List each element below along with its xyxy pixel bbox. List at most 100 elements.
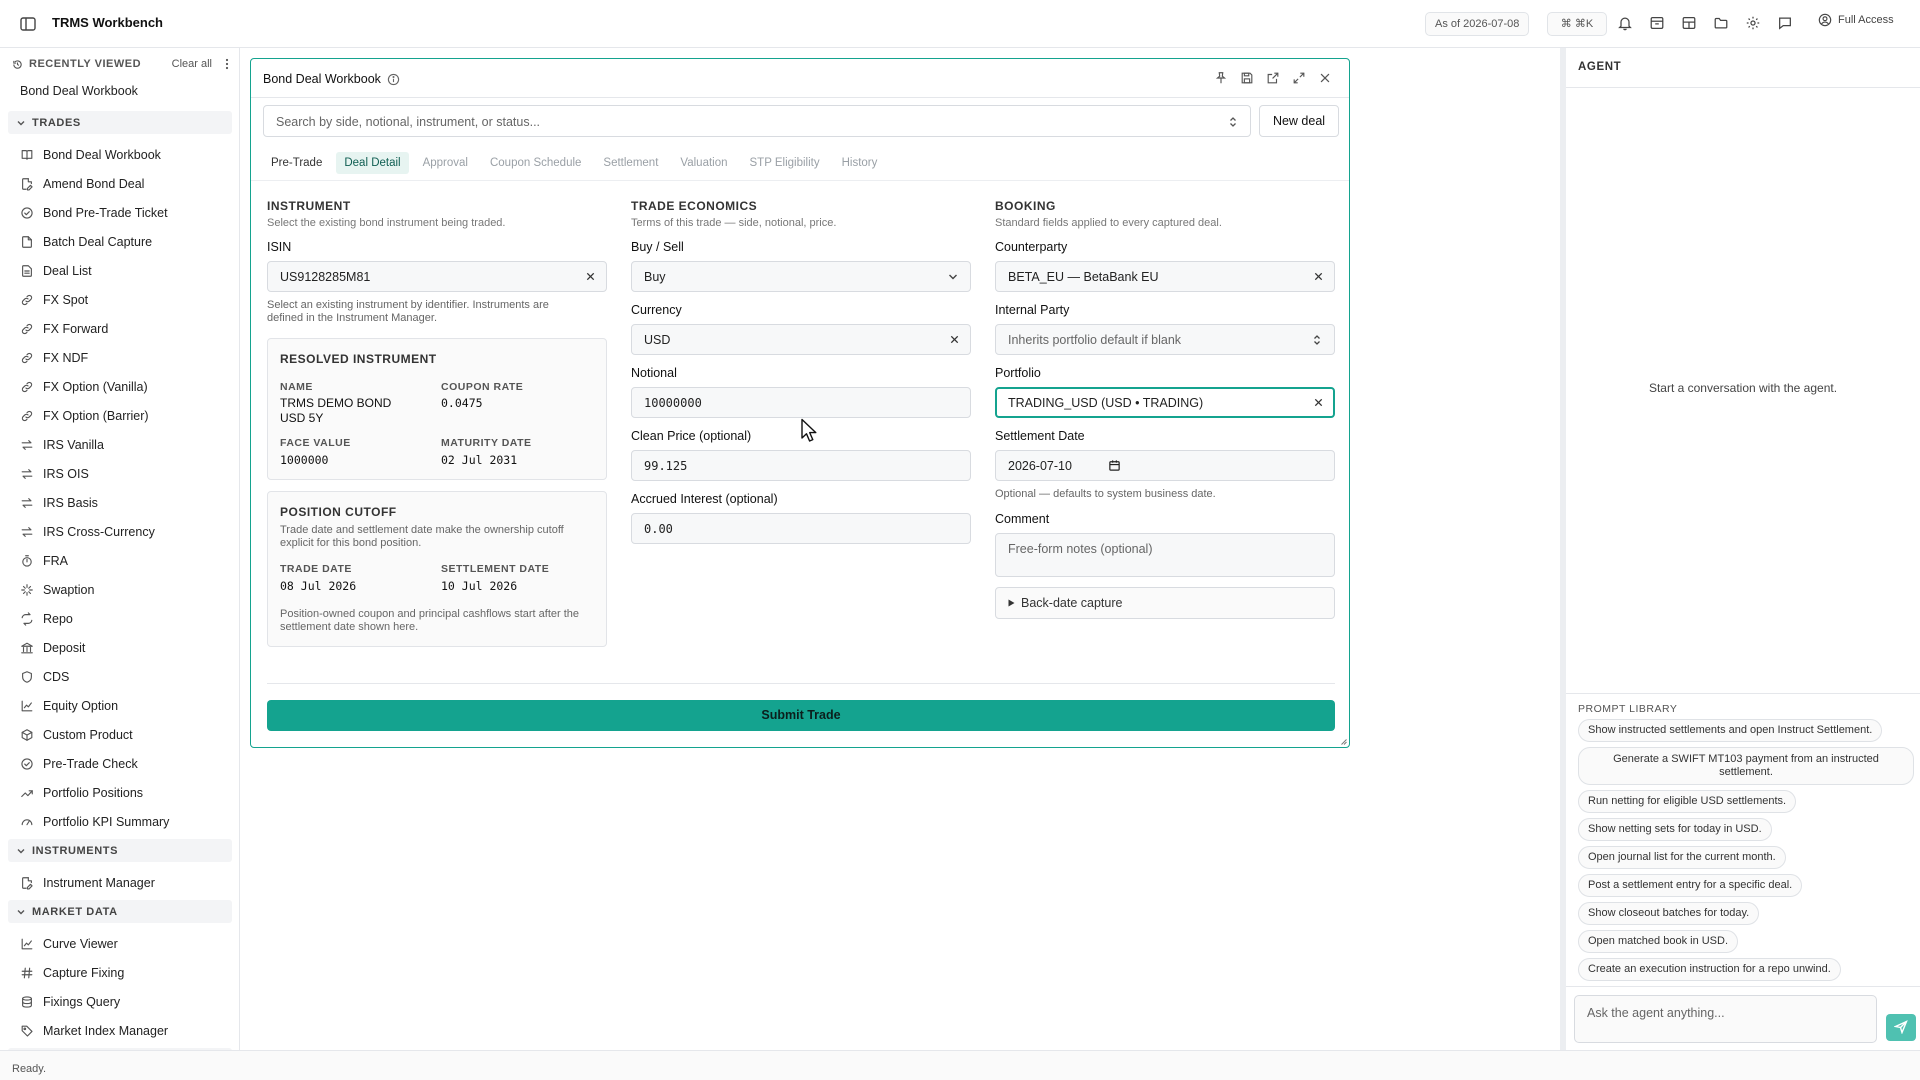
sidebar-item-irs-ois[interactable]: IRS OIS: [8, 459, 232, 488]
sidebar-item-swaption[interactable]: Swaption: [8, 575, 232, 604]
currency-field[interactable]: USD: [631, 324, 971, 355]
sidebar-item-equity-option[interactable]: Equity Option: [8, 691, 232, 720]
sidebar-item-fx-ndf[interactable]: FX NDF: [8, 343, 232, 372]
nav-section-market-data[interactable]: MARKET DATA: [8, 900, 232, 923]
gear-icon[interactable]: [1745, 15, 1763, 33]
sidebar-item-label: Bond Pre-Trade Ticket: [43, 205, 168, 220]
submit-trade-button[interactable]: Submit Trade: [267, 700, 1335, 731]
nav-section-instruments[interactable]: INSTRUMENTS: [8, 839, 232, 862]
sidebar-item-fx-option-barrier[interactable]: FX Option (Barrier): [8, 401, 232, 430]
tab-valuation[interactable]: Valuation: [672, 152, 735, 174]
prompt-chip[interactable]: Show netting sets for today in USD.: [1578, 818, 1772, 841]
maximize-icon[interactable]: [1292, 71, 1307, 86]
sidebar-item-deal-list[interactable]: Deal List: [8, 256, 232, 285]
prompt-chip[interactable]: Run netting for eligible USD settlements…: [1578, 790, 1797, 813]
prompt-chip[interactable]: Show closeout batches for today.: [1578, 902, 1760, 925]
clear-icon[interactable]: [585, 271, 596, 282]
sidebar-item-deposit[interactable]: Deposit: [8, 633, 232, 662]
recently-viewed-title: RECENTLY VIEWED: [29, 58, 142, 70]
clear-icon[interactable]: [949, 334, 960, 345]
sidebar-item-batch-deal-capture[interactable]: Batch Deal Capture: [8, 227, 232, 256]
back-date-capture-toggle[interactable]: Back-date capture: [995, 587, 1335, 619]
tab-approval[interactable]: Approval: [415, 152, 476, 174]
prompt-chip[interactable]: Open matched book in USD.: [1578, 930, 1739, 953]
sidebar-item-custom-product[interactable]: Custom Product: [8, 720, 232, 749]
deal-search-input[interactable]: Search by side, notional, instrument, or…: [263, 105, 1251, 137]
sidebar-item-amend-bond-deal[interactable]: Amend Bond Deal: [8, 169, 232, 198]
sidebar-item-fx-spot[interactable]: FX Spot: [8, 285, 232, 314]
sidebar-item-market-index-manager[interactable]: Market Index Manager: [8, 1016, 232, 1045]
tab-settlement[interactable]: Settlement: [595, 152, 666, 174]
chat-icon[interactable]: [1777, 15, 1795, 33]
comment-textarea[interactable]: Free-form notes (optional): [995, 533, 1335, 577]
notional-input[interactable]: 10000000: [631, 387, 971, 418]
sidebar-item-fixings-query[interactable]: Fixings Query: [8, 987, 232, 1016]
calendar-icon[interactable]: [1108, 459, 1121, 472]
sidebar-item-portfolio-positions[interactable]: Portfolio Positions: [8, 778, 232, 807]
sparkle-icon: [20, 583, 34, 597]
sidebar-item-instrument-manager[interactable]: Instrument Manager: [8, 868, 232, 897]
sidebar-item-irs-vanilla[interactable]: IRS Vanilla: [8, 430, 232, 459]
currency-label: Currency: [631, 303, 682, 317]
folder-icon[interactable]: [1713, 15, 1731, 33]
sidebar-item-bond-pre-trade-ticket[interactable]: Bond Pre-Trade Ticket: [8, 198, 232, 227]
send-button[interactable]: [1886, 1014, 1916, 1041]
prompt-chip[interactable]: Show instructed settlements and open Ins…: [1578, 719, 1883, 742]
clear-icon[interactable]: [1313, 397, 1324, 408]
prompt-chip[interactable]: Create an execution instruction for a re…: [1578, 958, 1841, 981]
internal-party-select[interactable]: Inherits portfolio default if blank: [995, 324, 1335, 355]
full-access-indicator[interactable]: Full Access: [1818, 13, 1894, 27]
sidebar-item-portfolio-kpi-summary[interactable]: Portfolio KPI Summary: [8, 807, 232, 836]
sidebar-item-irs-basis[interactable]: IRS Basis: [8, 488, 232, 517]
sidebar-item-bond-deal-workbook[interactable]: Bond Deal Workbook: [8, 140, 232, 169]
recent-item[interactable]: Bond Deal Workbook: [20, 84, 138, 98]
hash-icon: [20, 966, 34, 980]
tab-coupon-schedule[interactable]: Coupon Schedule: [482, 152, 589, 174]
command-palette-button[interactable]: ⌘ ⌘K: [1547, 12, 1607, 36]
save-icon[interactable]: [1240, 71, 1255, 86]
prompt-chip[interactable]: Generate a SWIFT MT103 payment from an i…: [1578, 747, 1914, 785]
tab-stp-eligibility[interactable]: STP Eligibility: [742, 152, 828, 174]
sidebar-item-cds[interactable]: CDS: [8, 662, 232, 691]
layout-icon[interactable]: [1681, 15, 1699, 33]
resize-handle-icon[interactable]: [1341, 739, 1347, 745]
sidebar-toggle-icon[interactable]: [19, 15, 37, 33]
external-link-icon[interactable]: [1266, 71, 1281, 86]
sidebar-item-irs-cross-currency[interactable]: IRS Cross-Currency: [8, 517, 232, 546]
link-icon: [20, 293, 34, 307]
close-icon[interactable]: [1318, 71, 1333, 86]
more-vertical-icon[interactable]: [222, 57, 232, 71]
sidebar-item-fra[interactable]: FRA: [8, 546, 232, 575]
sidebar-item-pre-trade-check[interactable]: Pre-Trade Check: [8, 749, 232, 778]
settlement-date-value: 2026-07-10: [1008, 459, 1072, 473]
chevron-down-icon: [16, 846, 26, 856]
clean-price-input[interactable]: 99.125: [631, 450, 971, 481]
sidebar-item-fx-forward[interactable]: FX Forward: [8, 314, 232, 343]
as-of-date-badge[interactable]: As of 2026-07-08: [1425, 12, 1530, 36]
pin-icon[interactable]: [1214, 71, 1229, 86]
sidebar-item-capture-fixing[interactable]: Capture Fixing: [8, 958, 232, 987]
sidebar-item-curve-viewer[interactable]: Curve Viewer: [8, 929, 232, 958]
nav-section-trades[interactable]: TRADES: [8, 111, 232, 134]
new-deal-button[interactable]: New deal: [1259, 105, 1339, 137]
counterparty-field[interactable]: BETA_EU — BetaBank EU: [995, 261, 1335, 292]
sidebar-item-fx-option-vanilla[interactable]: FX Option (Vanilla): [8, 372, 232, 401]
repeat-icon: [20, 611, 34, 626]
archive-icon[interactable]: [1649, 15, 1667, 33]
clear-all-button[interactable]: Clear all: [172, 58, 212, 70]
sidebar-item-repo[interactable]: Repo: [8, 604, 232, 633]
isin-field[interactable]: US9128285M81: [267, 261, 607, 292]
portfolio-field[interactable]: TRADING_USD (USD • TRADING): [995, 387, 1335, 418]
bell-icon[interactable]: [1617, 15, 1635, 33]
buy-sell-select[interactable]: Buy: [631, 261, 971, 292]
prompt-chip[interactable]: Open journal list for the current month.: [1578, 846, 1786, 869]
tab-pre-trade[interactable]: Pre-Trade: [263, 152, 330, 174]
settlement-date-input[interactable]: 2026-07-10: [995, 450, 1335, 481]
clear-icon[interactable]: [1313, 271, 1324, 282]
agent-input[interactable]: Ask the agent anything...: [1574, 995, 1877, 1043]
tab-history[interactable]: History: [834, 152, 886, 174]
info-icon[interactable]: [387, 73, 400, 86]
accrued-interest-input[interactable]: 0.00: [631, 513, 971, 544]
prompt-chip[interactable]: Post a settlement entry for a specific d…: [1578, 874, 1803, 897]
tab-deal-detail[interactable]: Deal Detail: [336, 152, 409, 174]
